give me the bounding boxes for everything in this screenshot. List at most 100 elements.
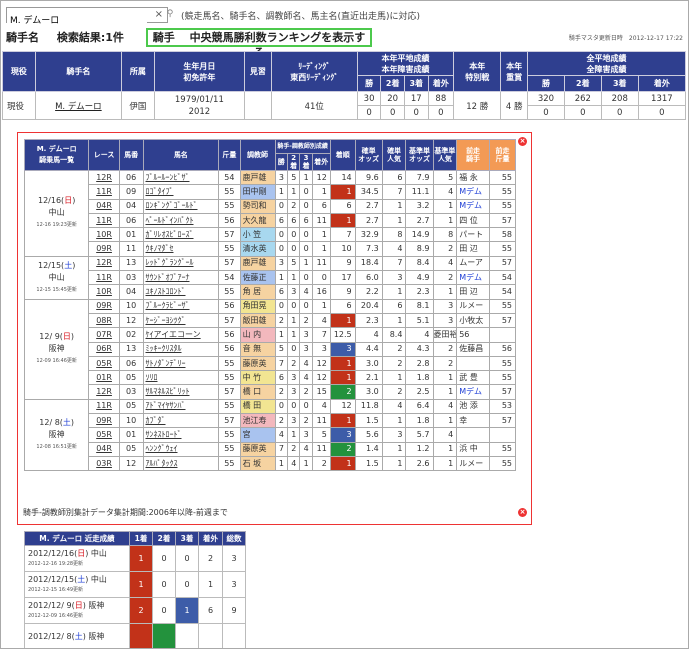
race-link[interactable]: 04R [88, 441, 120, 457]
prev-jockey: 田 辺 [456, 284, 490, 300]
pop: 6 [381, 298, 407, 314]
horse-name-link[interactable]: ﾌﾞﾙｰｸﾗﾋﾞｰｻﾞ [142, 298, 220, 314]
horse-name-link[interactable]: ｱﾙﾊﾟﾀｯｸｽ [142, 455, 220, 472]
race-link[interactable]: 03R [88, 455, 120, 472]
horse-name-link[interactable]: ｻﾙﾏﾈﾙｽﾋﾟﾘｯﾄ [142, 384, 220, 400]
base-pop: 8 [432, 227, 458, 243]
race-link[interactable]: 08R [88, 312, 120, 329]
horse-name-link[interactable]: ｶﾞﾘﾚｵｽﾋﾟﾛｰｽﾞ [142, 227, 220, 243]
race-link[interactable]: 09R [88, 413, 120, 429]
finish: 3 [329, 341, 356, 357]
horse-name-link[interactable]: ﾛｺﾞﾀｲﾌﾟ [142, 184, 220, 200]
race-link[interactable]: 05R [88, 427, 120, 443]
col-flat-3rd: 3着 [403, 75, 429, 92]
race-link[interactable]: 06R [88, 341, 120, 357]
ranking-button[interactable]: 騎手 中央競馬勝利数ランキングを表示する [146, 28, 372, 59]
race-link[interactable]: 01R [88, 370, 120, 386]
race-link[interactable]: 10R [88, 227, 120, 243]
recent-date-part: ) 中山 [85, 548, 107, 558]
recent-col-out: 着外 [198, 531, 223, 546]
t-out: 1 [311, 241, 331, 257]
col-status: 現役 [2, 51, 36, 92]
close-icon[interactable]: × [518, 137, 527, 146]
horse-name-link[interactable]: ｿﾘﾛ [142, 370, 220, 386]
hurdle-win: 0 [356, 105, 382, 120]
col-pop: 確単 人気 [381, 139, 407, 171]
clear-icon[interactable]: × [155, 8, 163, 22]
horse-name-link[interactable]: ﾍﾝﾝｸﾞｳｪｲ [142, 441, 220, 457]
horse-name-link[interactable]: ｳｷﾉﾏﾀﾞｾ [142, 241, 220, 257]
horse-name-link[interactable]: ｹｲアイエコーン [142, 327, 220, 343]
odds: 32.9 [354, 227, 383, 243]
race-link[interactable]: 10R [88, 284, 120, 300]
race-link[interactable]: 09R [88, 298, 120, 314]
jockey-name-text[interactable]: M. デムーロ [55, 102, 102, 112]
odds: 34.5 [354, 184, 383, 200]
race-link[interactable]: 11R [88, 212, 120, 229]
base-odds: 11.1 [405, 184, 434, 200]
race-link[interactable]: 11R [88, 184, 120, 200]
horse-name-link[interactable]: ｻﾝﾈｽﾄﾛｰﾄﾞ [142, 427, 220, 443]
t-2nd: 1 [286, 427, 301, 443]
race-link[interactable]: 09R [88, 241, 120, 257]
recent-date-text: 2012/12/15(土) 中山 [28, 574, 129, 585]
finish: 12.5 [329, 327, 356, 343]
finish: 1 [329, 355, 356, 372]
search-input[interactable] [7, 12, 147, 27]
horse-name-link[interactable]: ﾛﾝｷﾞﾝｸﾞｺﾞｰﾙﾄﾞ [142, 198, 220, 214]
birth-cell: 1979/01/11 2012 [153, 91, 246, 120]
race-link[interactable]: 07R [88, 327, 120, 343]
total-hurdle-win: 0 [526, 105, 565, 120]
horse-name-link[interactable]: ｻｳﾝﾄﾞｵﾌﾞｱｰﾅ [142, 270, 220, 286]
search-icon[interactable]: ⚲ [164, 7, 176, 21]
license-year: 2012 [188, 106, 211, 117]
popup-title-line2: 騎乗馬一覧 [39, 156, 75, 164]
race-link[interactable]: 04R [88, 198, 120, 214]
race-link[interactable]: 11R [88, 270, 120, 286]
col-total: 全平地成績 全障害成績 [526, 51, 687, 76]
horse-name-link[interactable]: ﾍﾟｰﾙﾄﾞｲﾝﾊﾟｸﾄ [142, 212, 220, 229]
prev-jockey: 田 辺 [456, 241, 490, 257]
trainer: 宮 [239, 427, 276, 443]
race-link[interactable]: 11R [88, 398, 120, 415]
horse-name-link[interactable]: ﾚｯﾄﾞｸﾞﾗﾝｸﾞｰﾙ [142, 255, 220, 272]
trainer: 鹿戸雄 [239, 255, 276, 272]
finish: 3 [329, 427, 356, 443]
odds: 2.2 [354, 284, 383, 300]
weight: 57 [218, 384, 241, 400]
t-3rd: 2 [299, 384, 313, 400]
close-icon-bottom[interactable]: × [518, 508, 527, 517]
horse-name-link[interactable]: ｱﾄﾞﾏｲﾔｻﾝﾊﾞ [142, 398, 220, 415]
horse-name-link[interactable]: ﾐｯｷｰｸﾘｽﾀﾙ [142, 341, 220, 357]
race-updated: 12-15 15:45更新 [36, 286, 77, 293]
pop: 1 [381, 198, 407, 214]
recent-date-cell: 2012/12/16(日) 中山 2012-12-16 19:28更新 [24, 545, 130, 572]
race-link[interactable]: 05R [88, 355, 120, 372]
t-out: 7 [311, 327, 331, 343]
col-birth-line1: 生年月日 [183, 61, 216, 71]
col-flat: 本年平地成績 本年障害成績 [356, 51, 455, 76]
race-date-part: 12/ 8( [39, 417, 63, 427]
horse-name-link[interactable]: ﾕｷﾉｽﾄｺﾛﾝﾄﾞ [142, 284, 220, 300]
race-link[interactable]: 12R [88, 384, 120, 400]
col-total-other: 着外 [637, 75, 687, 92]
search-box[interactable]: × [6, 7, 168, 27]
t-win: 7 [274, 441, 288, 457]
prev-weight: 54 [488, 270, 517, 286]
t-3rd: 1 [299, 255, 313, 272]
race-link[interactable]: 12R [88, 169, 120, 186]
weight: 57 [218, 255, 241, 272]
t-out: 16 [311, 284, 331, 300]
horse-name-link[interactable]: ｹｰｼﾞｰﾖｼﾂｸﾞ [142, 312, 220, 329]
recent-date-part: 土 [74, 632, 83, 641]
jockey-name-link[interactable]: M. デムーロ [34, 91, 122, 120]
horse-name-link[interactable]: ｶﾌﾞﾀﾞ [142, 413, 220, 429]
horse-name-link[interactable]: ﾌﾞﾙｰﾙｰﾝﾋﾞｻﾞ [142, 169, 220, 186]
ride-row: 06R 13 ﾐｯｷｰｸﾘｽﾀﾙ 56 音 無 5 0 3 3 3 4.4 2 4.3 2 佐藤昌 56 [25, 341, 517, 357]
horse-name-link[interactable]: ｻﾄﾉﾀﾞﾝﾃﾞﾘｰ [142, 355, 220, 372]
col-total-line1: 全平地成績 [586, 53, 627, 63]
odds: 2.1 [354, 370, 383, 386]
race-link[interactable]: 12R [88, 255, 120, 272]
prev-jockey: Mデム [456, 198, 490, 214]
base-odds: 8.1 [405, 298, 434, 314]
